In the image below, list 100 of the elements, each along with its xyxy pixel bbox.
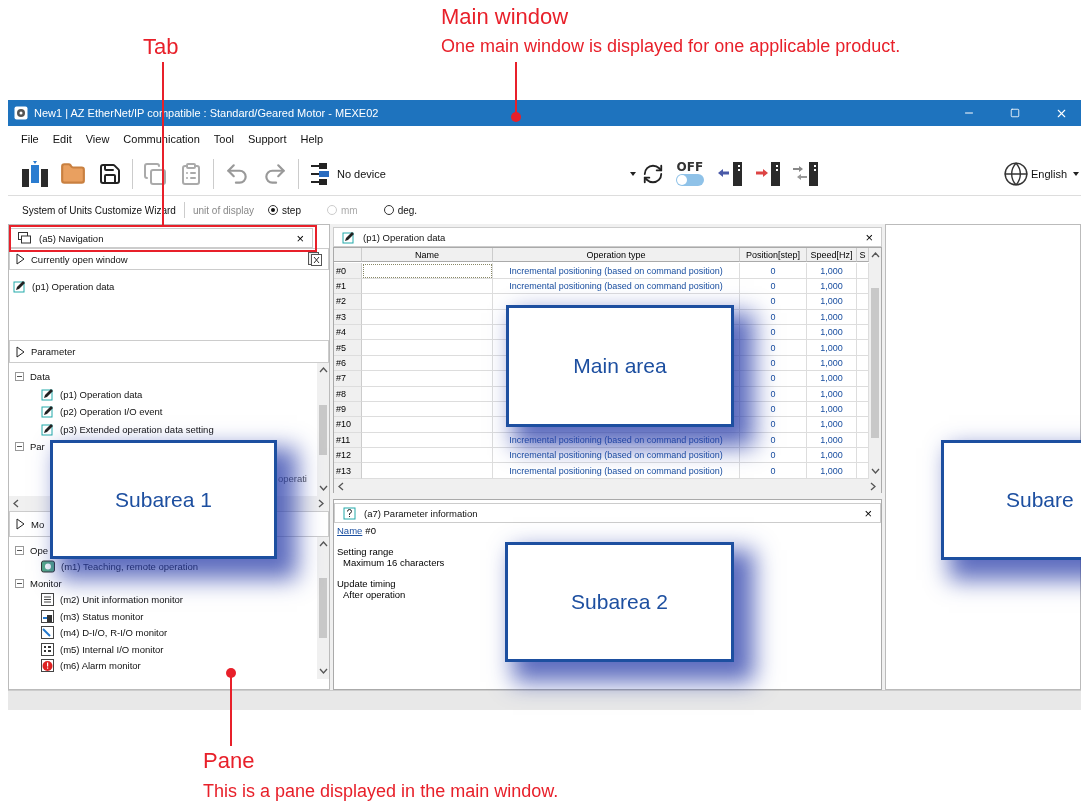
open-window-item[interactable]: (p1) Operation data [13,278,115,296]
callout-text: This is a pane displayed in the main window. [203,781,559,802]
menu-item[interactable]: Edit [45,133,79,145]
tree-item[interactable]: (m3) Status monitor [41,608,144,625]
column-header[interactable]: Position[step] [740,248,807,262]
tree-item[interactable]: (m1) Teaching, remote operation [41,558,199,575]
corner-cell [334,248,362,262]
scroll-up-icon[interactable] [318,366,328,375]
tree-group[interactable]: Monitor [15,575,62,592]
table-cell[interactable] [362,401,493,418]
app-icon [14,106,28,120]
table-cell[interactable] [362,324,493,341]
unit-radio[interactable]: deg. [377,203,424,217]
info-heading: Update timing [337,578,396,589]
collapse-box-icon[interactable] [15,578,24,588]
unit-radio[interactable]: step [262,203,307,217]
table-cell: 1,000 [807,371,857,387]
scroll-right-icon[interactable] [317,499,326,508]
tree-item[interactable]: (p2) Operation I/O event [41,403,163,421]
table-cell[interactable] [362,432,493,449]
tree-item[interactable]: (p3) Extended operation data setting [41,420,214,438]
communication-switch[interactable]: OFF [669,161,710,186]
menu-item[interactable]: Support [240,133,294,145]
table-cell[interactable] [362,463,493,479]
close-all-icon[interactable] [308,252,322,266]
row-number: #7 [334,371,362,387]
column-header[interactable]: Speed[Hz] [807,248,857,262]
tree-item[interactable]: (m4) D-I/O, R-I/O monitor [41,624,168,641]
connection-button[interactable]: No device [303,160,392,187]
table-cell: 1,000 [807,386,857,402]
tree-item[interactable]: (p1) Operation data [41,385,143,403]
table-cell[interactable] [362,417,493,433]
scrollbar-thumb[interactable] [319,578,327,638]
edit-sheet-icon [41,405,54,419]
tree-item[interactable]: (m5) Internal I/O monitor [41,641,164,658]
grid-icon [41,642,54,656]
menu-item[interactable]: Tool [206,133,241,145]
caret-icon[interactable] [629,171,636,176]
column-header[interactable]: S [857,248,869,262]
scroll-up-icon[interactable] [870,251,880,260]
scroll-left-icon[interactable] [337,481,346,491]
table-cell[interactable] [362,386,493,402]
scroll-down-icon[interactable] [870,466,880,476]
table-cell[interactable] [362,355,493,372]
scroll-up-icon[interactable] [318,540,328,549]
menu-item[interactable]: Help [293,133,331,145]
table-cell: 1,000 [807,324,857,341]
row-number: #0 [334,263,362,279]
table-cell[interactable] [362,278,493,295]
row-number: #5 [334,340,362,356]
table-cell: 1,000 [807,278,857,295]
leader-line [515,62,517,114]
callout-title: Pane [203,748,255,774]
name-link[interactable]: Name [337,525,363,536]
table-cell: 0 [740,294,807,310]
callout-title: Tab [143,34,179,60]
info-heading: Setting range [337,546,394,557]
parameter-info-tab[interactable]: (a7) Parameter information × [334,503,881,523]
section-header[interactable]: Mo [16,518,45,530]
caret-icon[interactable] [1073,171,1079,176]
leader-dot [511,112,521,122]
section-header[interactable]: Parameter [16,345,76,358]
unit-label: unit of display [191,204,256,216]
scroll-right-icon[interactable] [869,481,878,491]
leader-line [230,676,232,746]
collapse-box-icon[interactable] [15,545,24,555]
scroll-down-icon[interactable] [318,484,328,493]
table-cell: 1,000 [807,448,857,464]
section-header[interactable]: Currently open window [16,253,128,265]
menu-item[interactable]: File [14,133,46,145]
scrollbar-thumb[interactable] [319,404,327,455]
collapse-box-icon[interactable] [15,442,24,452]
tree-group[interactable]: Ope [15,542,48,559]
device-arrow-icon [753,160,780,187]
scroll-down-icon[interactable] [318,667,328,676]
tree-group[interactable]: Par [15,438,45,456]
table-cell: 1,000 [807,355,857,372]
operation-data-tab[interactable]: (p1) Operation data × [333,227,882,247]
table-cell[interactable] [362,448,493,464]
navigation-tab[interactable]: (a5) Navigation × [9,228,313,248]
table-cell[interactable] [362,294,493,310]
scroll-left-icon[interactable] [12,499,21,508]
save-icon [98,161,122,186]
table-cell[interactable] [362,340,493,356]
scrollbar-thumb[interactable] [871,288,879,439]
table-cell: 1,000 [807,417,857,433]
table-cell[interactable] [362,263,493,279]
tree-item[interactable]: (m6) Alarm monitor [41,657,141,674]
table-cell[interactable] [362,371,493,387]
parameter-value: #0 [365,525,376,536]
column-header[interactable]: Name [362,248,493,262]
table-cell: 0 [740,263,807,279]
column-header[interactable]: Operation type [493,248,740,262]
tree-group[interactable]: Data [15,368,51,386]
collapse-box-icon[interactable] [15,372,24,382]
menu-item[interactable]: View [78,133,117,145]
tree-item[interactable]: (m2) Unit information monitor [41,591,183,608]
info-text: After operation [342,589,406,600]
language-button[interactable]: English [996,160,1073,187]
table-cell[interactable] [362,309,493,325]
